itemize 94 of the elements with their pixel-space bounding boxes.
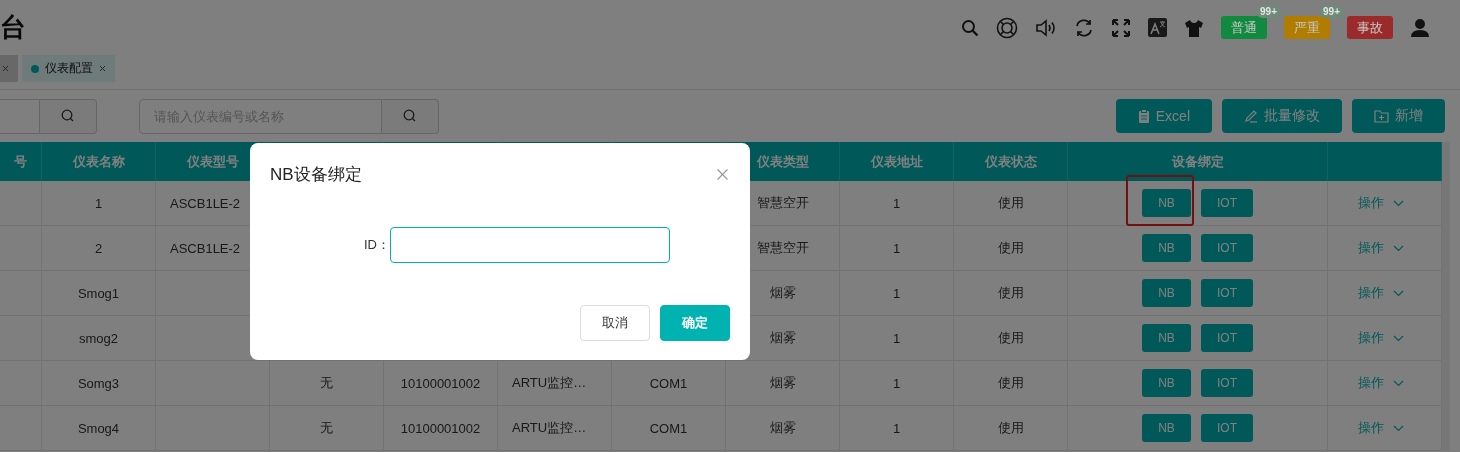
cancel-button[interactable]: 取消 [580,305,650,341]
search-icon[interactable] [961,18,979,37]
table-cell: 使用 [954,316,1068,361]
page-title: 台 [0,11,26,44]
table-cell: 使用 [954,271,1068,316]
actions-dropdown[interactable]: 操作 [1358,284,1404,302]
search-icon [403,109,417,123]
chevron-down-icon [1393,199,1404,207]
search-field[interactable] [0,98,40,134]
add-button[interactable]: 新增 [1352,99,1445,133]
bind-button[interactable]: NB [1142,324,1191,352]
bind-button[interactable]: IOT [1201,414,1253,442]
alert-level-button[interactable]: 事故 [1347,16,1393,39]
pen-icon [1244,109,1258,123]
bind-button[interactable]: IOT [1201,234,1253,262]
tab[interactable]: 仪表配置 [22,55,115,82]
column-header: 设备绑定 [1068,142,1328,181]
table-cell: 1 [840,361,954,406]
clipboard-icon [1137,109,1150,123]
table-cell: Smog4 [42,406,156,451]
id-input-field[interactable] [390,227,670,263]
table-cell: 烟雾 [726,361,840,406]
bind-button[interactable]: NB [1142,279,1191,307]
actions-dropdown[interactable]: 操作 [1358,239,1404,257]
table-cell: 1 [840,226,954,271]
table-cell: 使用 [954,406,1068,451]
bind-button[interactable]: IOT [1201,189,1253,217]
bind-button[interactable]: IOT [1201,279,1253,307]
scrollbar[interactable] [1442,142,1450,451]
table-cell: ARTU监控… [498,406,612,451]
table-cell: smog2 [42,316,156,361]
confirm-button[interactable]: 确定 [660,305,730,341]
table-cell: 烟雾 [726,406,840,451]
translate-icon[interactable] [1148,18,1167,37]
column-header: 仪表名称 [42,142,156,181]
lifebuoy-icon[interactable] [996,16,1018,39]
actions-dropdown[interactable]: 操作 [1358,419,1404,437]
column-header: 仪表状态 [954,142,1068,181]
search-button[interactable] [40,98,97,134]
table-cell [0,181,42,226]
table-cell: 10100001002 [384,361,498,406]
table-cell: COM1 [612,406,726,451]
table-cell: Smog1 [42,271,156,316]
table-cell: 无 [270,406,384,451]
speaker-icon[interactable] [1035,17,1057,38]
actions-dropdown[interactable]: 操作 [1358,374,1404,392]
bind-button[interactable]: IOT [1201,324,1253,352]
close-icon[interactable] [99,65,106,72]
chevron-down-icon [1393,379,1404,387]
count-badge: 99+ [1256,5,1281,18]
table-cell: COM1 [612,361,726,406]
chevron-down-icon [1393,334,1404,342]
close-icon[interactable] [717,168,728,180]
chevron-down-icon [1393,289,1404,297]
table-cell: 1 [840,406,954,451]
shirt-icon[interactable] [1184,18,1204,37]
table-cell: 10100001002 [384,406,498,451]
table-cell: 无 [270,361,384,406]
table-cell: 1 [840,316,954,361]
close-icon[interactable] [2,65,9,72]
search-button[interactable] [382,98,439,134]
fullscreen-icon[interactable] [1111,17,1131,38]
user-icon[interactable] [1410,17,1430,38]
alert-level-button[interactable]: 严重 [1284,16,1330,39]
bind-button[interactable]: NB [1142,369,1191,397]
dialog-title: NB设备绑定 [270,163,362,186]
actions-dropdown[interactable]: 操作 [1358,329,1404,347]
actions-dropdown[interactable]: 操作 [1358,194,1404,212]
table-cell: 使用 [954,181,1068,226]
status-dot [31,64,39,73]
column-header: 仪表地址 [840,142,954,181]
batch-edit-button[interactable]: 批量修改 [1222,99,1342,133]
folder-plus-icon [1374,109,1389,123]
table-cell: 使用 [954,226,1068,271]
chevron-down-icon [1393,244,1404,252]
bind-button[interactable]: NB [1142,189,1191,217]
table-cell: 2 [42,226,156,271]
column-header: 号 [0,142,42,181]
field-label: ID： [363,236,390,254]
bind-button[interactable]: NB [1142,414,1191,442]
search-icon [61,109,75,123]
table-cell: Somg3 [42,361,156,406]
count-badge: 99+ [1319,5,1344,18]
table-cell: 1 [840,181,954,226]
bind-button[interactable]: NB [1142,234,1191,262]
alert-level-button[interactable]: 普通 [1221,16,1267,39]
chevron-down-icon [1393,424,1404,432]
refresh-icon[interactable] [1074,17,1094,38]
bind-button[interactable]: IOT [1201,369,1253,397]
table-cell: 1 [840,271,954,316]
table-cell: 1 [42,181,156,226]
export-button[interactable]: Excel [1115,99,1212,133]
table-cell: 使用 [954,361,1068,406]
table-cell: ARTU监控… [498,361,612,406]
